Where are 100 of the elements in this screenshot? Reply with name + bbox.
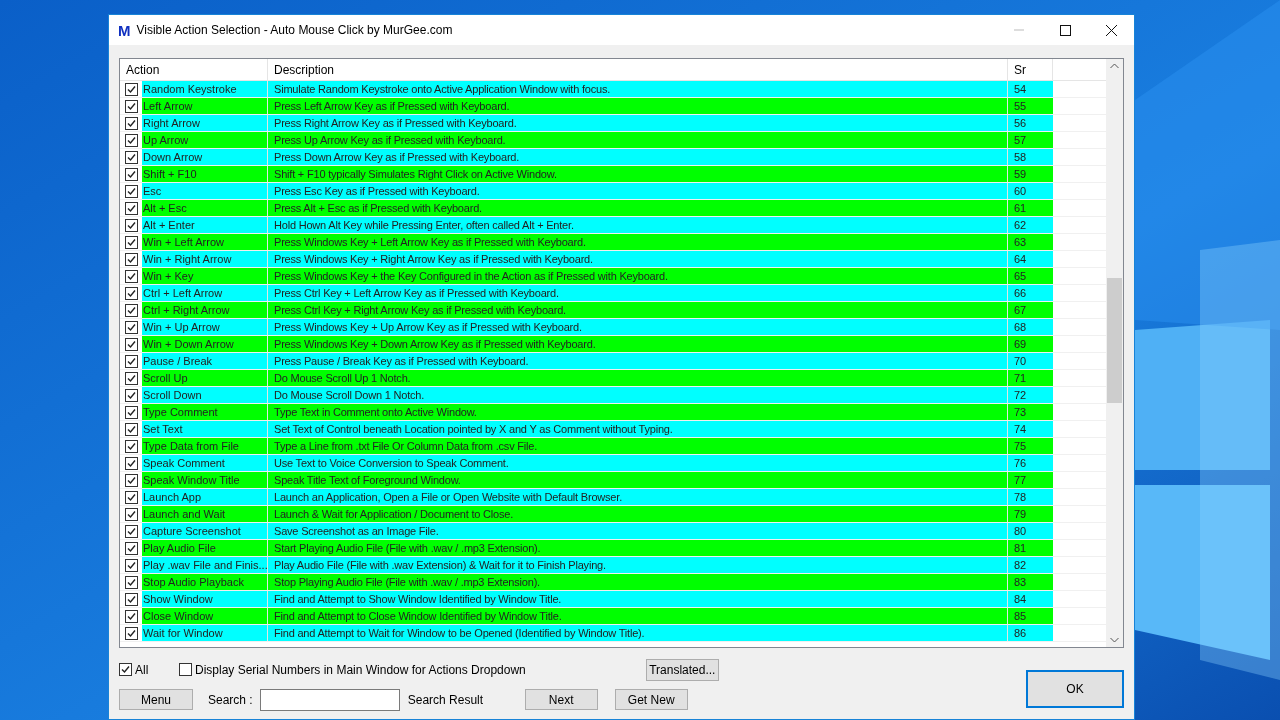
row-checkbox[interactable] (124, 575, 138, 589)
table-row[interactable]: Win + Left Arrow Press Windows Key + Left Arrow Key as if Pressed with Keyboard. 63 (120, 234, 1106, 251)
table-row[interactable]: Up Arrow Press Up Arrow Key as if Pressed with Keyboard. 57 (120, 132, 1106, 149)
row-checkbox[interactable] (124, 388, 138, 402)
row-checkbox[interactable] (124, 116, 138, 130)
column-header[interactable]: Description (268, 59, 1008, 80)
table-cell: Find and Attempt to Show Window Identified by Window Title. (268, 591, 1008, 607)
table-cell: Type Text in Comment onto Active Window. (268, 404, 1008, 420)
translated-button[interactable]: Translated... (645, 658, 719, 681)
row-checkbox[interactable] (124, 82, 138, 96)
scrollbar[interactable] (1106, 59, 1123, 647)
all-checkbox[interactable] (119, 663, 132, 676)
table-cell: Press Pause / Break Key as if Pressed with Keyboard. (268, 353, 1008, 369)
table-row[interactable]: Wait for Window Find and Attempt to Wait for Window to be Opened (Identified by Window Title). 86 (120, 625, 1106, 642)
table-row[interactable]: Down Arrow Press Down Arrow Key as if Pressed with Keyboard. 58 (120, 149, 1106, 166)
table-cell: Win + Right Arrow (142, 251, 268, 267)
row-checkbox[interactable] (124, 473, 138, 487)
table-cell: Press Up Arrow Key as if Pressed with Keyboard. (268, 132, 1008, 148)
row-checkbox[interactable] (124, 235, 138, 249)
row-checkbox[interactable] (124, 456, 138, 470)
row-checkbox[interactable] (124, 201, 138, 215)
table-row[interactable]: Stop Audio Playback Stop Playing Audio File (File with .wav / .mp3 Extension). 83 (120, 574, 1106, 591)
row-checkbox[interactable] (124, 320, 138, 334)
table-row[interactable]: Alt + Enter Hold Hown Alt Key while Pressing Enter, often called Alt + Enter. 62 (120, 217, 1106, 234)
row-checkbox[interactable] (124, 626, 138, 640)
row-checkbox[interactable] (124, 167, 138, 181)
serial-numbers-checkbox[interactable] (179, 663, 192, 676)
table-cell: Save Screenshot as an Image File. (268, 523, 1008, 539)
row-checkbox[interactable] (124, 184, 138, 198)
row-checkbox[interactable] (124, 490, 138, 504)
table-row[interactable]: Close Window Find and Attempt to Close Window Identified by Window Title. 85 (120, 608, 1106, 625)
row-checkbox[interactable] (124, 524, 138, 538)
row-checkbox[interactable] (124, 558, 138, 572)
table-cell: 85 (1008, 608, 1053, 624)
table-row[interactable]: Alt + Esc Press Alt + Esc as if Pressed with Keyboard. 61 (120, 200, 1106, 217)
column-header[interactable]: Sr (1008, 59, 1053, 80)
get-new-button[interactable]: Get New (614, 689, 688, 710)
table-row[interactable]: Win + Up Arrow Press Windows Key + Up Arrow Key as if Pressed with Keyboard. 68 (120, 319, 1106, 336)
row-checkbox[interactable] (124, 541, 138, 555)
table-row[interactable]: Win + Right Arrow Press Windows Key + Right Arrow Key as if Pressed with Keyboard. 64 (120, 251, 1106, 268)
row-checkbox[interactable] (124, 252, 138, 266)
table-row[interactable]: Launch App Launch an Application, Open a File or Open Website with Default Browser. 78 (120, 489, 1106, 506)
table-row[interactable]: Show Window Find and Attempt to Show Window Identified by Window Title. 84 (120, 591, 1106, 608)
ok-button[interactable]: OK (1026, 670, 1124, 708)
table-row[interactable]: Play Audio File Start Playing Audio File (File with .wav / .mp3 Extension). 81 (120, 540, 1106, 557)
table-row[interactable]: Ctrl + Left Arrow Press Ctrl Key + Left Arrow Key as if Pressed with Keyboard. 66 (120, 285, 1106, 302)
row-checkbox[interactable] (124, 371, 138, 385)
table-cell: Pause / Break (142, 353, 268, 369)
menu-button[interactable]: Menu (119, 689, 193, 710)
row-checkbox[interactable] (124, 150, 138, 164)
table-row[interactable]: Speak Window Title Speak Title Text of Foreground Window. 77 (120, 472, 1106, 489)
table-cell: 83 (1008, 574, 1053, 590)
row-checkbox[interactable] (124, 269, 138, 283)
table-row[interactable]: Win + Down Arrow Press Windows Key + Down Arrow Key as if Pressed with Keyboard. 69 (120, 336, 1106, 353)
table-row[interactable]: Left Arrow Press Left Arrow Key as if Pressed with Keyboard. 55 (120, 98, 1106, 115)
table-cell: 60 (1008, 183, 1053, 199)
row-checkbox[interactable] (124, 422, 138, 436)
table-cell: 77 (1008, 472, 1053, 488)
table-cell: 72 (1008, 387, 1053, 403)
row-checkbox[interactable] (124, 609, 138, 623)
table-cell: Ctrl + Right Arrow (142, 302, 268, 318)
table-row[interactable]: Ctrl + Right Arrow Press Ctrl Key + Right Arrow Key as if Pressed with Keyboard. 67 (120, 302, 1106, 319)
table-row[interactable]: Esc Press Esc Key as if Pressed with Keyboard. 60 (120, 183, 1106, 200)
row-checkbox[interactable] (124, 218, 138, 232)
row-checkbox[interactable] (124, 337, 138, 351)
scroll-thumb[interactable] (1107, 278, 1122, 403)
table-cell: 54 (1008, 81, 1053, 97)
table-cell: Alt + Esc (142, 200, 268, 216)
table-cell: Do Mouse Scroll Up 1 Notch. (268, 370, 1008, 386)
table-cell: Do Mouse Scroll Down 1 Notch. (268, 387, 1008, 403)
table-row[interactable]: Launch and Wait Launch & Wait for Application / Document to Close. 79 (120, 506, 1106, 523)
row-checkbox[interactable] (124, 286, 138, 300)
table-row[interactable]: Right Arrow Press Right Arrow Key as if Pressed with Keyboard. 56 (120, 115, 1106, 132)
table-row[interactable]: Set Text Set Text of Control beneath Location pointed by X and Y as Comment without Typing. 74 (120, 421, 1106, 438)
table-cell: Scroll Up (142, 370, 268, 386)
table-row[interactable]: Scroll Down Do Mouse Scroll Down 1 Notch. 72 (120, 387, 1106, 404)
table-row[interactable]: Type Comment Type Text in Comment onto Active Window. 73 (120, 404, 1106, 421)
table-row[interactable]: Shift + F10 Shift + F10 typically Simulates Right Click on Active Window. 59 (120, 166, 1106, 183)
row-checkbox[interactable] (124, 507, 138, 521)
row-checkbox[interactable] (124, 439, 138, 453)
table-row[interactable]: Capture Screenshot Save Screenshot as an Image File. 80 (120, 523, 1106, 540)
row-checkbox[interactable] (124, 354, 138, 368)
next-button[interactable]: Next (524, 689, 598, 710)
table-row[interactable]: Random Keystroke Simulate Random Keystroke onto Active Application Window with focus. 54 (120, 81, 1106, 98)
table-row[interactable]: Type Data from File Type a Line from .txt File Or Column Data from .csv File. 75 (120, 438, 1106, 455)
row-checkbox[interactable] (124, 592, 138, 606)
column-header[interactable]: Action (120, 59, 268, 80)
table-row[interactable]: Win + Key Press Windows Key + the Key Configured in the Action as if Pressed with Keyboard. 65 (120, 268, 1106, 285)
table-row[interactable]: Speak Comment Use Text to Voice Conversion to Speak Comment. 76 (120, 455, 1106, 472)
table-row[interactable]: Play .wav File and Finis... Play Audio File (File with .wav Extension) & Wait for it to Finish Playing. 82 (120, 557, 1106, 574)
table-row[interactable]: Pause / Break Press Pause / Break Key as if Pressed with Keyboard. 70 (120, 353, 1106, 370)
table-cell: 86 (1008, 625, 1053, 641)
table-cell: Hold Hown Alt Key while Pressing Enter, often called Alt + Enter. (268, 217, 1008, 233)
search-field[interactable] (259, 688, 400, 711)
row-checkbox[interactable] (124, 99, 138, 113)
table-cell: 78 (1008, 489, 1053, 505)
row-checkbox[interactable] (124, 303, 138, 317)
table-row[interactable]: Scroll Up Do Mouse Scroll Up 1 Notch. 71 (120, 370, 1106, 387)
row-checkbox[interactable] (124, 405, 138, 419)
row-checkbox[interactable] (124, 133, 138, 147)
